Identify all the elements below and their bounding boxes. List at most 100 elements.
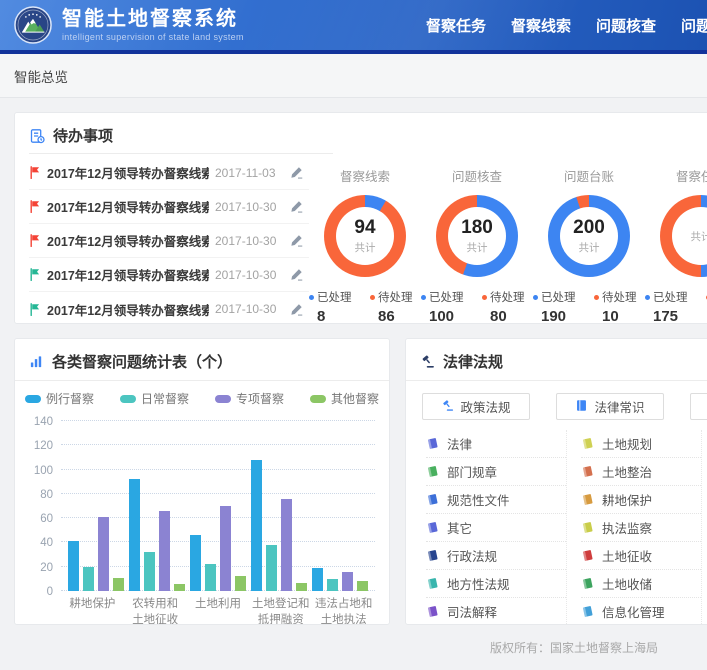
bar <box>98 517 109 591</box>
law-list-item[interactable]: 规范性文件 <box>426 486 566 514</box>
law-list-item[interactable]: 土地征收 <box>581 542 701 570</box>
law-item-label: 土地整治 <box>602 462 652 481</box>
bar <box>235 576 246 591</box>
todo-item-date: 2017-11-03 <box>215 166 277 180</box>
bar-legend-text: 专项督察 <box>236 390 284 407</box>
law-list-item[interactable]: 土地规划 <box>581 430 701 458</box>
book-icon <box>581 605 594 618</box>
todo-item-text: 2017年12月领导转办督察线索 <box>47 163 209 182</box>
bar-legend-item[interactable]: 日常督察 <box>120 390 189 407</box>
law-list-item[interactable]: 司法解释 <box>426 598 566 625</box>
law-list-item[interactable]: 部门规章 <box>426 458 566 486</box>
todo-list-item[interactable]: 2017年12月领导转办督察线索2017-10-30 <box>29 292 309 324</box>
law-list-item[interactable]: 执法监察 <box>581 514 701 542</box>
law-item-label: 土地收储 <box>602 574 652 593</box>
donut-total-label: 共计 <box>579 240 600 255</box>
donut-legend-label: 待处理 <box>594 289 645 305</box>
donut-legend-col: 待处理 10 <box>594 289 645 324</box>
bar-legend-item[interactable]: 其他督察 <box>310 390 379 407</box>
law-list-item[interactable]: 行政法规 <box>426 542 566 570</box>
donut-legend-col: 已处理 190 <box>533 289 584 324</box>
donut-legend-value: 10 <box>594 308 645 324</box>
todo-item-text: 2017年12月领导转办督察线索 <box>47 300 209 319</box>
law-list-item[interactable]: 法律 <box>426 430 566 458</box>
law-panel-title: 法律法规 <box>443 351 503 372</box>
y-axis-label: 0 <box>23 586 53 598</box>
todo-list-item[interactable]: 2017年12月领导转办督察线索2017-10-30 <box>29 258 309 292</box>
bar <box>312 568 323 591</box>
todo-item-date: 2017-10-30 <box>215 200 277 214</box>
bar-legend-item[interactable]: 例行督察 <box>25 390 94 407</box>
donut-legend: 已处理 190 待处理 10 <box>533 289 645 324</box>
todo-list-item[interactable]: 2017年12月领导转办督察线索2017-10-30 <box>29 190 309 224</box>
nav-item[interactable]: 问题核查 <box>596 15 656 36</box>
todo-panel-header: 待办事项 <box>15 113 707 154</box>
law-column <box>701 430 707 625</box>
bar <box>266 545 277 591</box>
bar <box>174 584 185 591</box>
law-list-item[interactable]: 信息化管理 <box>581 598 701 625</box>
x-axis-label: 土地登记和 抵押融资 <box>249 597 312 625</box>
donut-title: 督察线索 <box>309 166 421 185</box>
law-columns: 法律部门规章规范性文件其它行政法规地方性法规司法解释土地规划土地整治耕地保护执法… <box>406 430 707 625</box>
donut-total-value: 200 <box>573 217 605 239</box>
donut-center: 共计 <box>672 207 707 265</box>
y-axis-label: 80 <box>23 489 53 501</box>
legend-dot-icon <box>421 295 426 300</box>
book-icon <box>426 577 439 590</box>
book-icon <box>426 605 439 618</box>
bar-plot: 020406080100120140 <box>61 421 375 591</box>
donut-legend-text: 已处理 <box>317 289 352 305</box>
mountain-emblem-icon <box>14 6 52 44</box>
nav-item[interactable]: 督察任务 <box>426 15 486 36</box>
nav-item[interactable]: 督察线索 <box>511 15 571 36</box>
law-list-item[interactable]: 耕地保护 <box>581 486 701 514</box>
law-list-item[interactable]: 其它 <box>426 514 566 542</box>
edit-pencil-icon[interactable] <box>283 166 309 179</box>
law-item-label: 土地征收 <box>602 546 652 565</box>
law-list-item[interactable]: 土地收储 <box>581 570 701 598</box>
book-icon <box>581 437 594 450</box>
law-item-label: 部门规章 <box>447 462 497 481</box>
donut-legend-label: 已处理 <box>309 289 360 305</box>
donut-legend-label: 已处理 <box>533 289 584 305</box>
law-list-item[interactable]: 地方性法规 <box>426 570 566 598</box>
bar <box>342 572 353 591</box>
donut-center: 200共计 <box>560 207 618 265</box>
book-icon <box>426 493 439 506</box>
donut-legend-text: 待处理 <box>378 289 413 305</box>
app-title: 智能土地督察系统 <box>62 8 244 31</box>
bar <box>190 535 201 591</box>
law-item-label: 信息化管理 <box>602 602 665 621</box>
nav-item[interactable]: 问题台账 <box>681 15 707 36</box>
donut-legend-value: 190 <box>533 308 584 324</box>
book-icon <box>426 549 439 562</box>
donut-legend-text: 已处理 <box>541 289 576 305</box>
law-category-button[interactable]: 政策法规 <box>422 393 530 420</box>
law-column: 土地规划土地整治耕地保护执法监察土地征收土地收储信息化管理 <box>566 430 701 625</box>
edit-pencil-icon[interactable] <box>283 234 309 247</box>
donut-title: 问题核查 <box>421 166 533 185</box>
law-category-button[interactable]: 法律常识 <box>556 393 664 420</box>
todo-item-date: 2017-10-30 <box>215 234 277 248</box>
bar <box>357 581 368 591</box>
donut-ring: 180共计 <box>436 195 518 277</box>
donut-chart: 问题台账200共计已处理190待处理10 <box>533 166 645 324</box>
donut-legend-text: 待处理 <box>490 289 525 305</box>
law-button-label: 法律常识 <box>594 397 644 416</box>
law-category-button[interactable] <box>690 393 707 420</box>
edit-pencil-icon[interactable] <box>283 268 309 281</box>
todo-list-item[interactable]: 2017年12月领导转办督察线索2017-10-30 <box>29 224 309 258</box>
bar-chart-panel: 各类督察问题统计表（个） 例行督察日常督察专项督察其他督察 0204060801… <box>14 338 390 625</box>
edit-pencil-icon[interactable] <box>283 303 309 316</box>
bar-legend-item[interactable]: 专项督察 <box>215 390 284 407</box>
breadcrumb: 智能总览 <box>14 66 68 86</box>
todo-list-item[interactable]: 2017年12月领导转办督察线索 2017-11-03 <box>29 156 309 190</box>
bar <box>113 578 124 591</box>
bar <box>281 499 292 591</box>
legend-dot-icon <box>594 295 599 300</box>
edit-pencil-icon[interactable] <box>283 200 309 213</box>
law-list-item[interactable]: 土地整治 <box>581 458 701 486</box>
flag-icon <box>29 166 41 179</box>
donut-title: 督察任务 <box>645 166 707 185</box>
